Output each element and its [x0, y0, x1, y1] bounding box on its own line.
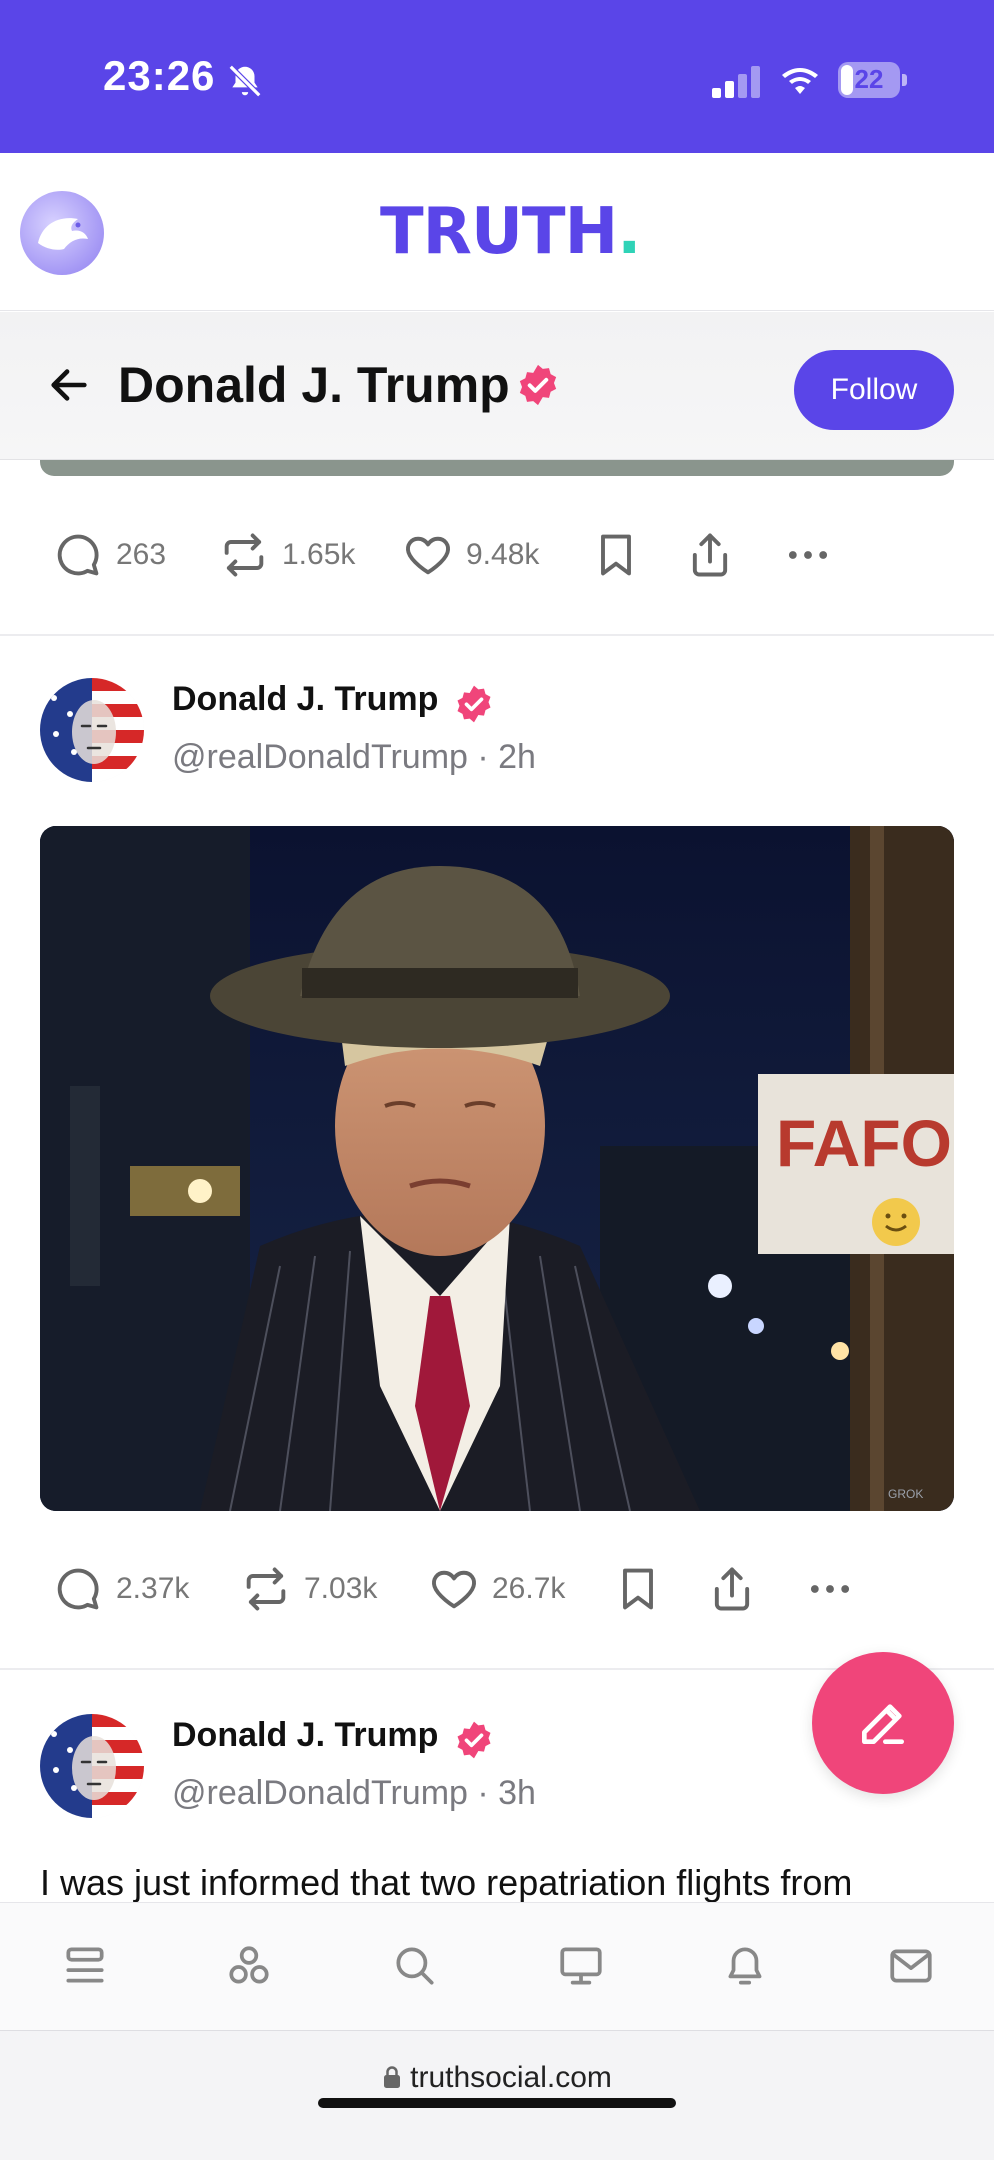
profile-header-bar: Donald J. Trump Follow [0, 312, 994, 460]
cell-signal-icon [712, 66, 760, 98]
reply-count: 2.37k [116, 1572, 190, 1605]
reply-icon [57, 534, 99, 576]
post-handle-timestamp: @realDonaldTrump · 2h [172, 738, 536, 776]
follow-button[interactable]: Follow [794, 350, 954, 430]
repost-icon [224, 533, 264, 577]
heart-icon [432, 1570, 476, 1609]
nav-messages[interactable] [878, 1933, 944, 1999]
post-photo: FAFO GROK [40, 826, 954, 1511]
nav-tv[interactable] [548, 1933, 614, 1999]
status-time: 23:26 [103, 52, 216, 99]
reply-icon [57, 1568, 99, 1610]
app-header: TRUTH. [0, 153, 994, 311]
previous-post-actions: 263 1.65k 9.48k [0, 490, 994, 620]
more-options-button[interactable] [804, 1524, 856, 1654]
bookmark-icon [623, 1568, 653, 1610]
post-author-name[interactable]: Donald J. Trump [172, 680, 438, 719]
repost-count: 1.65k [282, 538, 356, 571]
reply-count: 263 [116, 538, 167, 571]
fafo-sign-text: FAFO [776, 1106, 952, 1180]
nav-groups[interactable] [216, 1933, 282, 1999]
compose-button[interactable] [812, 1652, 954, 1794]
previous-post-media[interactable] [40, 460, 954, 476]
truth-logo[interactable]: TRUTH. [380, 195, 641, 269]
share-icon [692, 533, 728, 577]
more-dots-icon [810, 1585, 850, 1593]
groups-icon [229, 1946, 269, 1984]
repost-count: 7.03k [304, 1572, 378, 1605]
verified-badge-icon [457, 1721, 491, 1759]
reply-button[interactable]: 2.37k [52, 1524, 189, 1654]
feed-icon [66, 1947, 104, 1983]
more-dots-icon [788, 551, 828, 559]
post-image[interactable]: FAFO GROK [40, 826, 954, 1511]
image-watermark: GROK [888, 1487, 923, 1501]
post-handle-timestamp: @realDonaldTrump · 3h [172, 1774, 536, 1812]
like-count: 9.48k [466, 538, 540, 571]
url-display[interactable]: truthsocial.com [0, 2061, 994, 2095]
bookmark-button[interactable] [590, 490, 642, 620]
more-options-button[interactable] [782, 490, 834, 620]
verified-badge-icon [457, 685, 491, 723]
post-body-text: I was just informed that two repatriatio… [40, 1862, 853, 1903]
post-author-name[interactable]: Donald J. Trump [172, 1716, 438, 1755]
flag-portrait-avatar [40, 1714, 144, 1818]
repost-icon [246, 1567, 286, 1611]
lock-icon [384, 2066, 401, 2088]
post-author-avatar[interactable] [40, 1714, 144, 1818]
search-icon [396, 1947, 434, 1985]
like-button[interactable]: 26.7k [428, 1524, 565, 1654]
account-avatar[interactable] [20, 191, 104, 275]
share-icon [714, 1567, 750, 1611]
status-bar: 23:26 22 [0, 0, 994, 153]
url-text: truthsocial.com [410, 2061, 612, 2094]
post-author-avatar[interactable] [40, 678, 144, 782]
like-count: 26.7k [492, 1572, 566, 1605]
post-actions: 2.37k 7.03k 26.7k [0, 1524, 994, 1654]
like-button[interactable]: 9.48k [402, 490, 539, 620]
bottom-navigation [0, 1902, 994, 2030]
eagle-icon [38, 218, 88, 250]
post-divider [0, 634, 994, 636]
battery-level: 22 [854, 64, 884, 94]
share-button[interactable] [684, 490, 736, 620]
home-indicator[interactable] [318, 2098, 676, 2108]
tv-icon [560, 1947, 602, 1985]
nav-feed[interactable] [52, 1933, 118, 1999]
share-button[interactable] [706, 1524, 758, 1654]
nav-notifications[interactable] [712, 1933, 778, 1999]
browser-url-bar[interactable]: truthsocial.com [0, 2030, 994, 2160]
repost-button[interactable]: 1.65k [218, 490, 355, 620]
messages-icon [890, 1949, 932, 1983]
bookmark-icon [601, 534, 631, 576]
profile-name: Donald J. Trump [118, 357, 510, 413]
bell-muted-icon [228, 64, 262, 98]
wifi-icon [782, 68, 818, 94]
back-arrow-icon[interactable] [46, 362, 92, 408]
bookmark-button[interactable] [612, 1524, 664, 1654]
notifications-icon [728, 1947, 762, 1985]
nav-search[interactable] [382, 1933, 448, 1999]
reply-button[interactable]: 263 [52, 490, 166, 620]
pencil-icon [862, 1704, 904, 1744]
heart-icon [406, 536, 450, 575]
flag-portrait-avatar [40, 678, 144, 782]
verified-badge-icon [519, 364, 557, 406]
battery-icon: 22 [838, 62, 908, 98]
repost-button[interactable]: 7.03k [240, 1524, 377, 1654]
